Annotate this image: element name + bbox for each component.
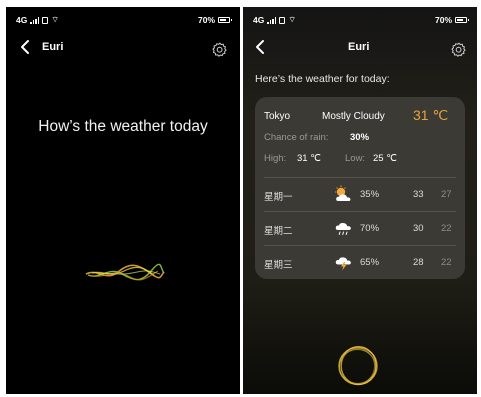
weather-result-screen: 4G ⌔ 70% Euri Here’s the weather for tod…: [243, 7, 477, 394]
forecast-low: 22: [441, 257, 452, 268]
sim-icon: [279, 16, 286, 24]
high-temp-label: High:: [264, 153, 287, 164]
weather-card: Tokyo Mostly Cloudy 31 ℃ Chance of rain:…: [255, 97, 465, 279]
voice-ring-icon[interactable]: [335, 343, 381, 389]
forecast-day: 星期一: [264, 192, 293, 203]
status-bar: 4G ⌔ 70%: [6, 15, 240, 27]
status-bar: 4G ⌔ 70%: [243, 15, 477, 27]
battery-percent: 70%: [197, 15, 215, 25]
sun-cloud-icon: [335, 185, 351, 201]
rain-chance-label: Chance of rain:: [264, 132, 329, 143]
page-title: Euri: [348, 41, 370, 53]
network-label: 4G: [253, 15, 265, 25]
low-temp-value: 25 ℃: [373, 153, 397, 164]
high-temp-value: 31 ℃: [297, 153, 321, 164]
gear-icon[interactable]: [212, 42, 228, 58]
forecast-row: 星期一 35% 33 27: [255, 185, 465, 205]
weather-condition: Mostly Cloudy: [322, 111, 385, 122]
forecast-rain-chance: 35%: [360, 189, 380, 200]
nav-bar: Euri: [243, 37, 477, 59]
forecast-rain-chance: 70%: [360, 223, 380, 234]
forecast-day: 星期三: [264, 260, 293, 271]
forecast-row: 星期二 70% 30 22: [255, 219, 465, 239]
battery-icon: [218, 17, 232, 23]
page-title: Euri: [42, 41, 64, 53]
wifi-icon: ⌔: [51, 15, 59, 24]
divider: [264, 245, 456, 246]
prompt-headline: How’s the weather today: [38, 118, 208, 135]
listening-screen: 4G ⌔ 70% Euri How’s the weather today: [6, 7, 240, 394]
divider: [264, 177, 456, 178]
chevron-left-icon[interactable]: [253, 39, 269, 55]
wifi-icon: ⌔: [288, 15, 296, 24]
gear-icon[interactable]: [451, 42, 467, 58]
low-temp-label: Low:: [345, 153, 366, 164]
nav-bar: Euri: [6, 37, 240, 59]
voice-wave-icon[interactable]: [84, 258, 166, 288]
city-name: Tokyo: [264, 111, 291, 122]
battery-icon: [455, 17, 469, 23]
chevron-left-icon[interactable]: [18, 39, 34, 55]
intro-text: Here’s the weather for today:: [255, 73, 390, 85]
rain-chance-value: 30%: [350, 132, 370, 143]
divider: [264, 211, 456, 212]
forecast-day: 星期二: [264, 226, 293, 237]
network-label: 4G: [16, 15, 28, 25]
forecast-low: 22: [441, 223, 452, 234]
forecast-row: 星期三 65% 28 22: [255, 253, 465, 273]
thunder-cloud-icon: [335, 257, 351, 271]
forecast-high: 33: [413, 189, 424, 200]
sim-icon: [42, 16, 49, 24]
signal-icon: [267, 16, 277, 24]
battery-percent: 70%: [434, 15, 452, 25]
forecast-rain-chance: 65%: [360, 257, 380, 268]
signal-icon: [30, 16, 40, 24]
forecast-high: 28: [413, 257, 424, 268]
rain-cloud-icon: [335, 222, 351, 235]
forecast-low: 27: [441, 189, 452, 200]
forecast-high: 30: [413, 223, 424, 234]
current-temperature: 31 ℃: [413, 107, 449, 123]
